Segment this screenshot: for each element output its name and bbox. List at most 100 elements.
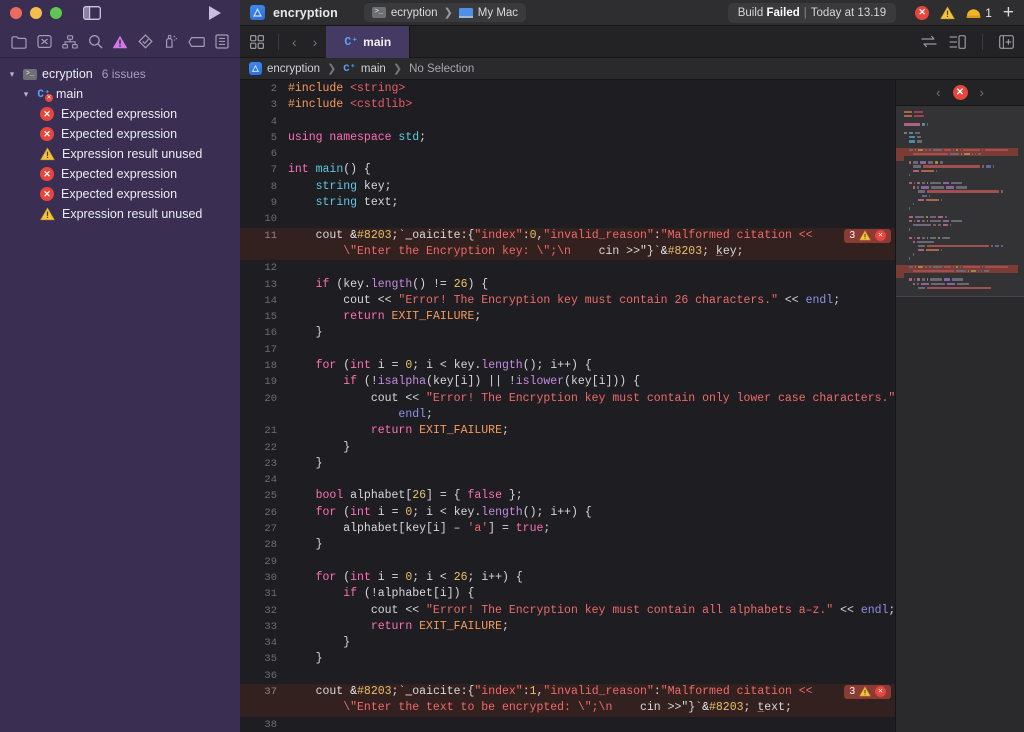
toggle-navigator-icon[interactable] (83, 6, 101, 20)
code-line[interactable]: 36 (240, 668, 895, 684)
code-line[interactable]: 8 string key; (240, 179, 895, 195)
code-line[interactable]: 27 alphabet[key[i] – 'a'] = true; (240, 521, 895, 537)
code-line[interactable]: 28 } (240, 537, 895, 553)
breakpoint-icon[interactable] (188, 36, 205, 48)
breadcrumb-selection[interactable]: No Selection (409, 63, 474, 75)
code-line[interactable]: 26 for (int i = 0; i < key.length(); i++… (240, 505, 895, 521)
code-line[interactable]: 32 cout << "Error! The Encryption key mu… (240, 603, 895, 619)
code-line[interactable]: 16 } (240, 325, 895, 341)
minimap-token (1000, 190, 1003, 193)
warning-triangle-icon (40, 207, 55, 221)
code-line[interactable]: 9 string text; (240, 195, 895, 211)
code-line[interactable]: 6 (240, 146, 895, 162)
chevron-down-icon[interactable]: ▾ (6, 69, 18, 80)
breadcrumb-file[interactable]: main (361, 63, 386, 75)
code-token: "index" (474, 228, 523, 242)
scheme-selector[interactable]: >_ ecryption ❯ My Mac (363, 3, 527, 22)
back-button[interactable]: ‹ (285, 35, 304, 49)
code-line[interactable]: 38 (240, 717, 895, 732)
build-status[interactable]: Build Failed | Today at 13.19 (727, 2, 897, 23)
code-line[interactable]: 29 (240, 554, 895, 570)
code-line[interactable]: 24 (240, 472, 895, 488)
hierarchy-icon[interactable] (61, 34, 78, 49)
code-token: cout (288, 228, 351, 242)
code-line[interactable]: 20 cout << "Error! The Encryption key mu… (240, 391, 895, 424)
report-icon[interactable] (215, 34, 229, 49)
list-item[interactable]: ✕ Expected expression (0, 124, 240, 144)
code-line[interactable]: 15 return EXIT_FAILURE; (240, 309, 895, 325)
editor-options-icon[interactable] (949, 34, 966, 49)
breadcrumb-project[interactable]: encryption (267, 63, 320, 75)
code-line[interactable]: 25 bool alphabet[26] = { false }; (240, 488, 895, 504)
code-line[interactable]: 5 using namespace std; (240, 130, 895, 146)
code-line[interactable]: 2 #include <string> (240, 81, 895, 97)
code-line[interactable]: 3 #include <cstdlib> (240, 97, 895, 113)
list-item[interactable]: ✕ Expected expression (0, 164, 240, 184)
code-area[interactable]: 2 #include <string> 3 #include <cstdlib> 4 5 u… (240, 80, 895, 732)
previous-issue-button[interactable]: ‹ (936, 85, 940, 100)
build-issue-count: 1 (985, 5, 992, 20)
code-line[interactable]: 13 if (key.length() != 26) { (240, 277, 895, 293)
code-line[interactable]: 21 return EXIT_FAILURE; (240, 423, 895, 439)
code-line[interactable]: 7 int main() { (240, 162, 895, 178)
minimap-error-marker[interactable] (896, 152, 904, 161)
folder-icon[interactable] (11, 35, 27, 49)
minimize-button[interactable] (30, 7, 42, 19)
error-circle-icon[interactable]: ✕ (952, 85, 968, 100)
minimap[interactable]: ‹ ✕ › (895, 80, 1024, 732)
code-line[interactable]: 18 for (int i = 0; i < key.length(); i++… (240, 358, 895, 374)
code-line-error[interactable]: 11 cout &#8203;`_oaicite:{"index":0,"inv… (240, 227, 895, 261)
add-button[interactable]: + (1003, 3, 1014, 22)
list-item[interactable]: ✕ Expected expression (0, 104, 240, 124)
code-line[interactable]: 22 } (240, 440, 895, 456)
minimap-body[interactable] (896, 106, 1024, 732)
test-navigator-icon[interactable] (138, 34, 154, 49)
list-item[interactable]: Expression result unused (0, 204, 240, 224)
code-line[interactable]: 10 (240, 211, 895, 227)
code-line[interactable]: 14 cout << "Error! The Encryption key mu… (240, 293, 895, 309)
navigator-file-row[interactable]: ▾ C⁺ ✕ main (0, 84, 240, 104)
issue-navigator-icon[interactable] (112, 35, 128, 49)
grid-icon[interactable] (250, 34, 264, 49)
code-line[interactable]: 35 } (240, 651, 895, 667)
code-line[interactable]: 31 if (!alphabet[i]) { (240, 586, 895, 602)
minimap-error-marker[interactable] (896, 269, 904, 278)
list-item[interactable]: Expression result unused (0, 144, 240, 164)
debug-navigator-icon[interactable] (163, 34, 178, 49)
error-circle-icon[interactable]: ✕ (915, 5, 930, 20)
code-token: int (350, 505, 371, 519)
close-button[interactable] (10, 7, 22, 19)
tab-main[interactable]: C⁺ main (326, 25, 411, 58)
code-line[interactable]: 34 } (240, 635, 895, 651)
adjust-editor-icon[interactable] (921, 35, 937, 48)
code-token: cout << (288, 603, 427, 617)
source-control-icon[interactable] (37, 34, 52, 49)
chevron-down-icon[interactable]: ▾ (20, 89, 32, 100)
list-item[interactable]: ✕ Expected expression (0, 184, 240, 204)
window-controls[interactable] (10, 7, 62, 19)
warning-triangle-icon[interactable] (940, 6, 955, 20)
code-line[interactable]: 23 } (240, 456, 895, 472)
code-token: true (515, 522, 544, 536)
code-line[interactable]: 30 for (int i = 0; i < 26; i++) { (240, 570, 895, 586)
code-line-error[interactable]: 37 cout &#8203;`_oaicite:{"index":1,"inv… (240, 683, 895, 717)
code-line[interactable]: 4 (240, 114, 895, 130)
navigator-project-row[interactable]: ▾ >_ ecryption 6 issues (0, 64, 240, 84)
inline-issue-badge[interactable]: 3 ✕ (844, 228, 891, 243)
add-editor-icon[interactable] (999, 34, 1014, 49)
code-line[interactable]: 33 return EXIT_FAILURE; (240, 619, 895, 635)
zoom-button[interactable] (50, 7, 62, 19)
code-line[interactable]: 19 if (!isalpha(key[i]) || !islower(key[… (240, 374, 895, 390)
minimap-token (913, 282, 916, 285)
build-issue-indicator[interactable]: 1 (966, 6, 992, 20)
run-button[interactable] (207, 5, 222, 21)
code-token: ; (419, 130, 427, 144)
next-issue-button[interactable]: › (980, 85, 984, 100)
forward-button[interactable]: › (306, 35, 325, 49)
code-token: ey; (722, 244, 744, 258)
code-line[interactable]: 17 (240, 342, 895, 358)
inline-issue-badge[interactable]: 3 ✕ (844, 684, 891, 699)
code-token: cin >>"}` (570, 244, 661, 258)
code-line[interactable]: 12 (240, 260, 895, 276)
search-icon[interactable] (88, 34, 103, 49)
